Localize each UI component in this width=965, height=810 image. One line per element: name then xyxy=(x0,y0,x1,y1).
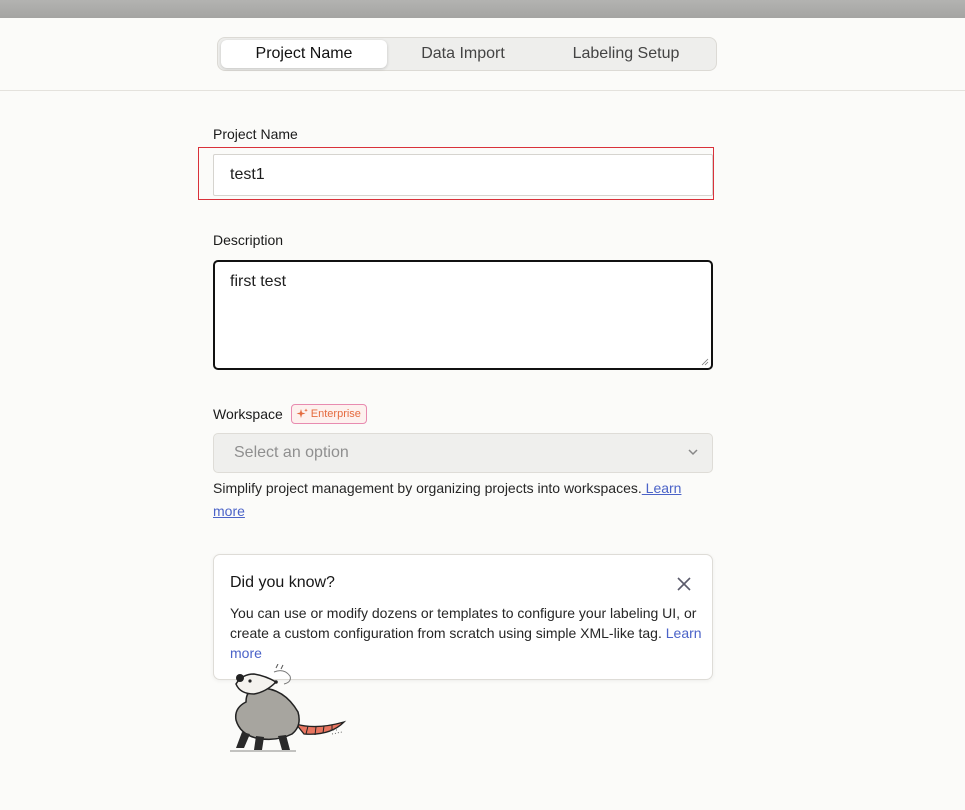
resize-grip-icon[interactable] xyxy=(701,358,709,366)
tab-project-name[interactable]: Project Name xyxy=(221,40,387,68)
workspace-label: Workspace xyxy=(213,406,283,422)
stepper-header: Project Name Data Import Labeling Setup xyxy=(0,18,965,91)
description-text: first test xyxy=(230,273,287,290)
enterprise-badge: Enterprise xyxy=(290,404,367,424)
description-textarea[interactable]: first test xyxy=(213,260,713,370)
tab-data-import[interactable]: Data Import xyxy=(387,40,539,68)
close-icon[interactable] xyxy=(676,576,692,592)
enterprise-badge-text: Enterprise xyxy=(310,408,361,420)
card-body: You can use or modify dozens or template… xyxy=(230,603,702,663)
workspace-select[interactable]: Select an option xyxy=(213,433,713,473)
workspace-select-placeholder: Select an option xyxy=(234,444,349,461)
card-title: Did you know? xyxy=(230,574,335,591)
workspace-help-copy: Simplify project management by organizin… xyxy=(213,480,642,496)
card-body-text: You can use or modify dozens or template… xyxy=(230,605,697,641)
tab-labeling-setup[interactable]: Labeling Setup xyxy=(539,40,713,68)
opossum-illustration xyxy=(230,664,347,752)
chevron-down-icon xyxy=(688,449,698,456)
project-name-label: Project Name xyxy=(213,126,298,142)
project-name-input[interactable]: test1 xyxy=(213,154,713,196)
workspace-label-row: Workspace Enterprise xyxy=(213,404,367,424)
step-tabs: Project Name Data Import Labeling Setup xyxy=(217,37,717,71)
sparkle-icon xyxy=(296,408,308,418)
window-top-bar xyxy=(0,0,965,18)
did-you-know-card: Did you know? You can use or modify doze… xyxy=(213,554,713,680)
workspace-help-text: Simplify project management by organizin… xyxy=(213,477,713,523)
description-label: Description xyxy=(213,232,284,248)
